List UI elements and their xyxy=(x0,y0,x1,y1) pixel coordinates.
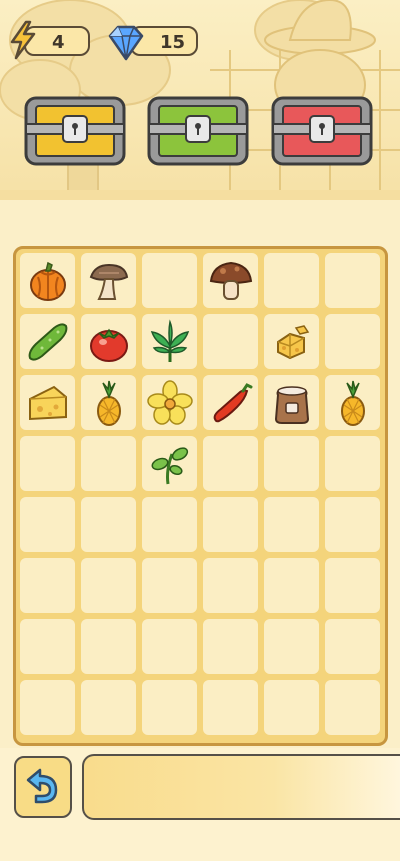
blue-gem-icon xyxy=(108,25,144,61)
board-cell[interactable] xyxy=(20,436,75,491)
board-cell[interactable] xyxy=(142,558,197,613)
cucumber-icon[interactable] xyxy=(24,318,72,366)
board-cell[interactable] xyxy=(325,314,380,369)
board-cell[interactable] xyxy=(325,619,380,674)
board-cell[interactable] xyxy=(203,619,258,674)
red-chest[interactable] xyxy=(270,94,374,168)
cheese-wedge-icon[interactable] xyxy=(24,379,72,427)
board-cell[interactable] xyxy=(264,436,319,491)
pumpkin-icon[interactable] xyxy=(24,257,72,305)
board-cell[interactable] xyxy=(264,619,319,674)
seedling-icon[interactable] xyxy=(146,440,194,488)
board-cell[interactable] xyxy=(325,558,380,613)
board-cell[interactable] xyxy=(264,253,319,308)
red-chili-icon[interactable] xyxy=(207,379,255,427)
board-cell[interactable] xyxy=(203,558,258,613)
yellow-chest[interactable] xyxy=(23,94,127,168)
pineapple-icon[interactable] xyxy=(85,379,133,427)
energy-value: 4 xyxy=(52,32,65,53)
board-cell[interactable] xyxy=(203,314,258,369)
board-cell[interactable] xyxy=(81,619,136,674)
board-cell[interactable] xyxy=(20,680,75,735)
board-cell[interactable] xyxy=(142,619,197,674)
undo-arrow-icon xyxy=(26,768,58,804)
undo-button[interactable] xyxy=(14,756,72,818)
board-cell[interactable] xyxy=(81,436,136,491)
board-cell[interactable] xyxy=(142,497,197,552)
board-cell[interactable] xyxy=(20,558,75,613)
board-cell[interactable] xyxy=(20,619,75,674)
board-cell[interactable] xyxy=(81,680,136,735)
pineapple-icon[interactable] xyxy=(329,379,377,427)
board-cell[interactable] xyxy=(325,436,380,491)
lightning-icon xyxy=(10,20,36,60)
green-chest[interactable] xyxy=(146,94,250,168)
item-info-bar xyxy=(82,754,400,820)
board-cell[interactable] xyxy=(203,497,258,552)
game-screen: 4 15 xyxy=(0,0,400,861)
board-cell[interactable] xyxy=(325,680,380,735)
oyster-mushroom-icon[interactable] xyxy=(85,257,133,305)
flour-sack-icon[interactable] xyxy=(268,379,316,427)
green-sprout-icon[interactable] xyxy=(146,318,194,366)
board-cell[interactable] xyxy=(325,497,380,552)
board-cell[interactable] xyxy=(203,436,258,491)
board-cell[interactable] xyxy=(203,680,258,735)
board-cell[interactable] xyxy=(264,558,319,613)
cheese-chunks-icon[interactable] xyxy=(268,318,316,366)
board-grid xyxy=(20,253,382,739)
board-cell[interactable] xyxy=(81,558,136,613)
board-cell[interactable] xyxy=(264,497,319,552)
board-cell[interactable] xyxy=(142,680,197,735)
board-cell[interactable] xyxy=(264,680,319,735)
brown-mushroom-icon[interactable] xyxy=(207,257,255,305)
gems-value: 15 xyxy=(160,32,186,53)
board-cell[interactable] xyxy=(81,497,136,552)
board-cell[interactable] xyxy=(325,253,380,308)
yellow-flower-icon[interactable] xyxy=(146,379,194,427)
tomato-icon[interactable] xyxy=(85,318,133,366)
board-cell[interactable] xyxy=(142,253,197,308)
board-cell[interactable] xyxy=(20,497,75,552)
